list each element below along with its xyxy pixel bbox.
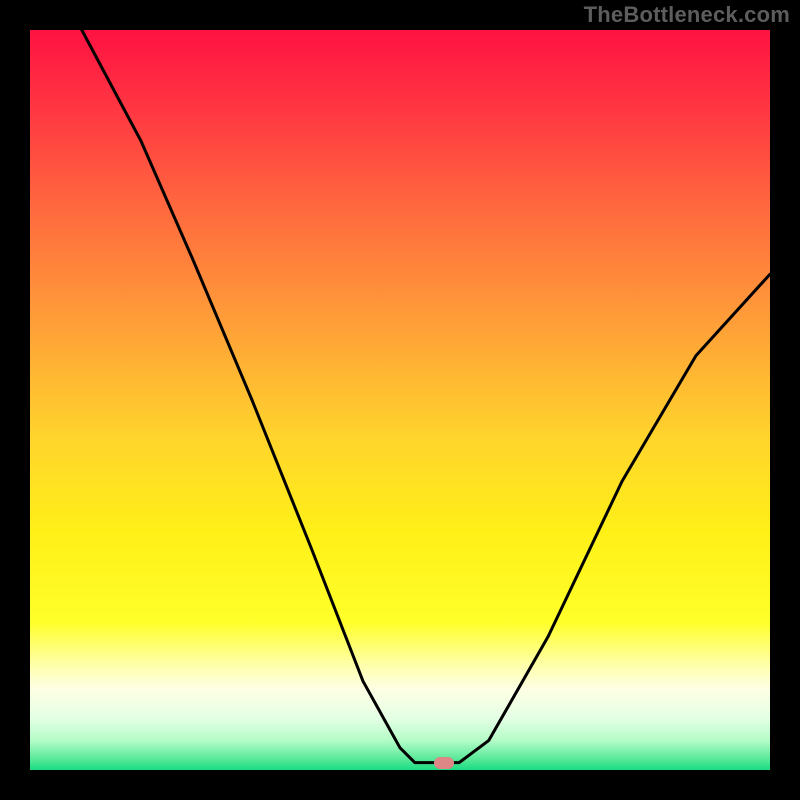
plot-area [30,30,770,770]
chart-frame: TheBottleneck.com [0,0,800,800]
bottleneck-curve [30,30,770,770]
watermark-text: TheBottleneck.com [584,2,790,28]
optimal-marker [434,757,454,769]
